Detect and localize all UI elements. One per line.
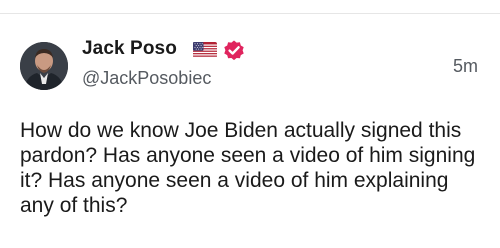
- divider: [0, 13, 500, 14]
- verified-badge-icon: [224, 40, 244, 61]
- avatar[interactable]: [20, 42, 68, 90]
- author-name[interactable]: Jack Poso: [82, 38, 177, 60]
- post-card: Jack Poso @JackPosobiec 5m How do we kno…: [0, 0, 500, 248]
- post-text: How do we know Joe Biden actually signed…: [20, 119, 476, 217]
- avatar-image: [20, 42, 68, 90]
- us-flag-icon: [193, 42, 217, 58]
- top-bar: [0, 0, 500, 13]
- timestamp[interactable]: 5m: [453, 56, 478, 77]
- author-handle[interactable]: @JackPosobiec: [82, 68, 211, 89]
